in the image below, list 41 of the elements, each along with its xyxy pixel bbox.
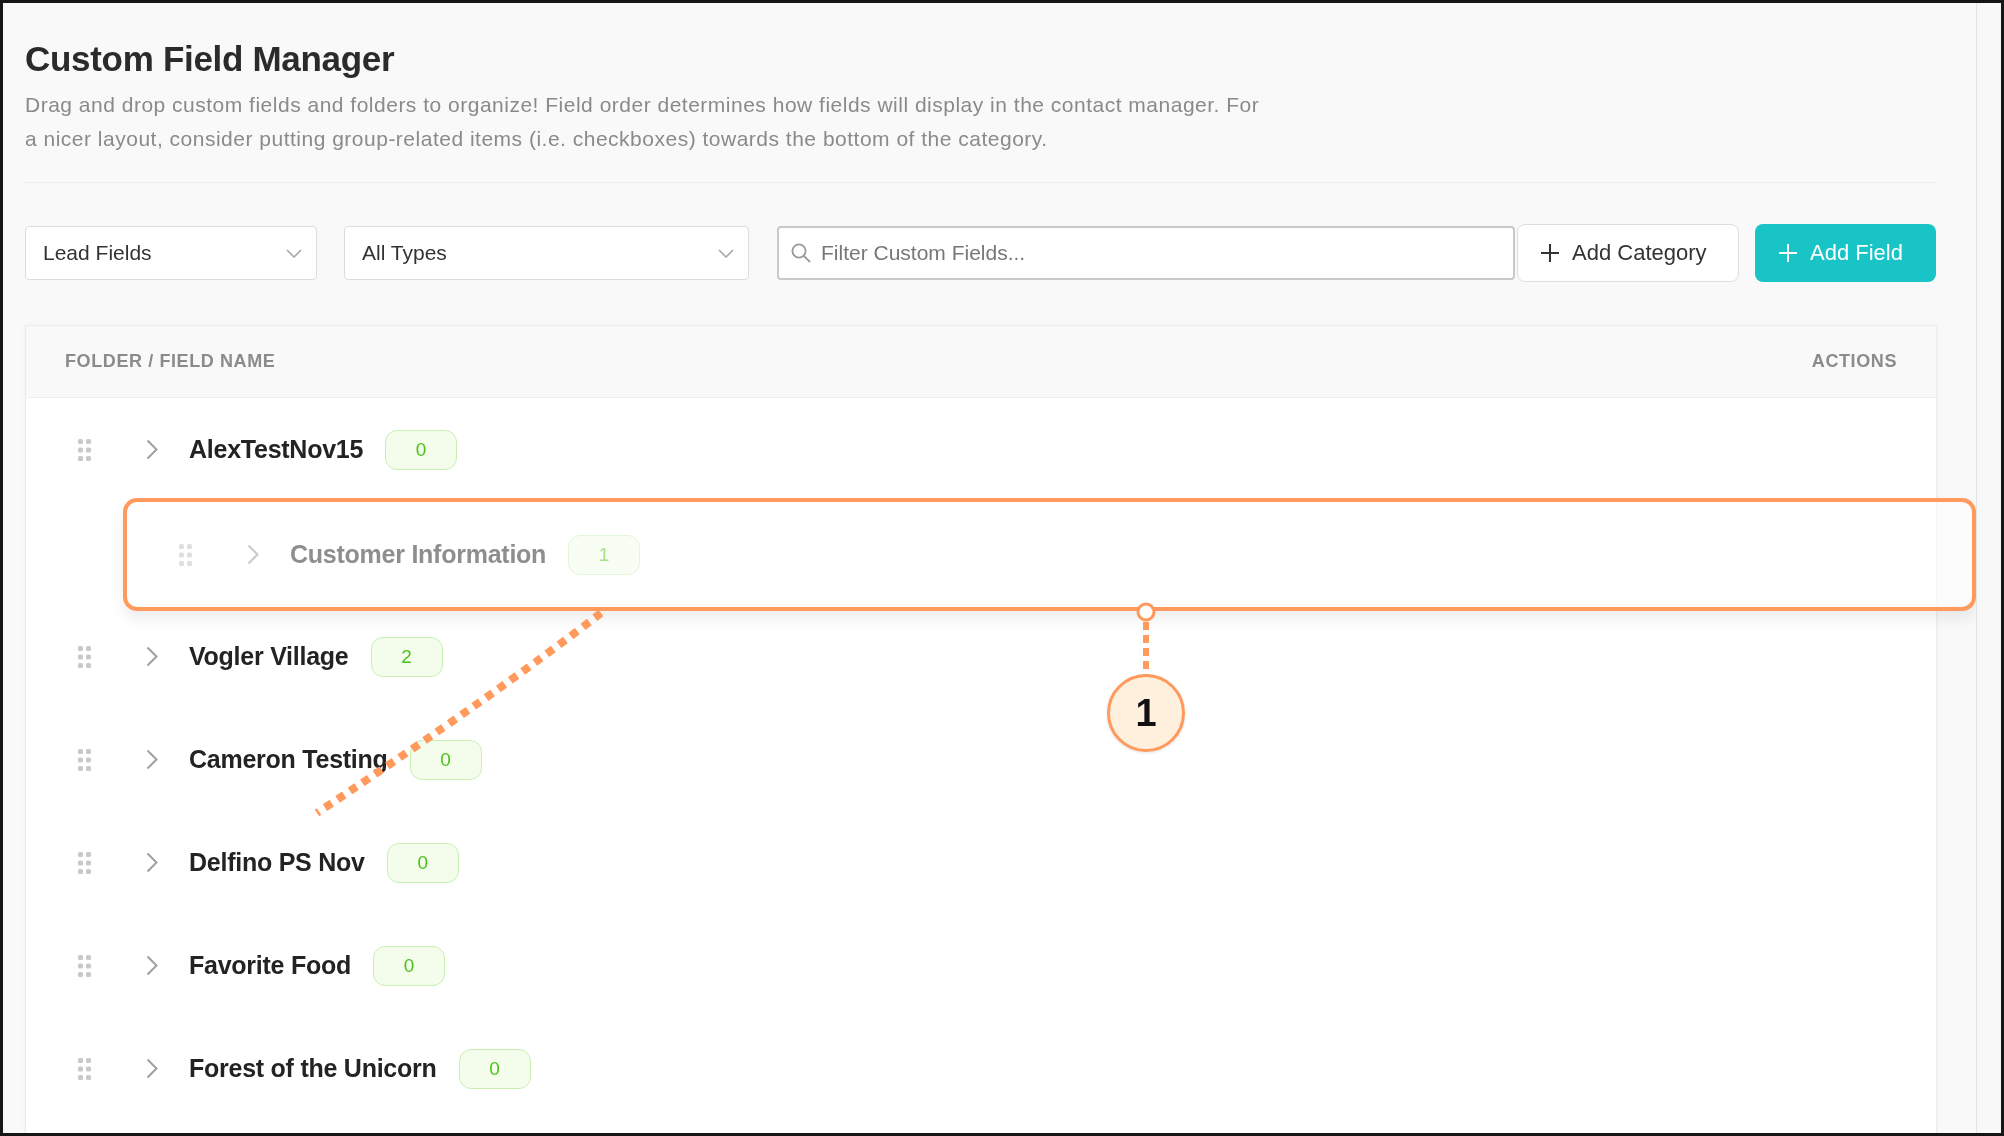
column-header: ACTIONS: [1811, 351, 1897, 372]
count-badge: 0: [386, 842, 459, 883]
chevron-right-icon[interactable]: [146, 852, 158, 873]
chevron-right-icon[interactable]: [146, 955, 158, 976]
chevron-down-icon: [718, 248, 734, 258]
drag-handle-icon[interactable]: [78, 851, 91, 874]
drag-handle-icon[interactable]: [78, 748, 91, 771]
chevron-right-icon[interactable]: [146, 1058, 158, 1079]
drag-handle-icon[interactable]: [78, 954, 91, 977]
drag-handle-icon[interactable]: [78, 1057, 91, 1080]
type-dropdown[interactable]: All Types: [344, 226, 749, 280]
count-badge: 0: [409, 739, 482, 780]
count-badge: 0: [458, 1048, 531, 1089]
folder-name: Cameron Testing: [189, 745, 388, 774]
folder-name: Forest of the Unicorn: [189, 1054, 437, 1083]
count-badge: 2: [370, 636, 443, 677]
chevron-right-icon[interactable]: [146, 749, 158, 770]
drag-handle-icon[interactable]: [78, 645, 91, 668]
add-category-button[interactable]: Add Category: [1517, 224, 1739, 282]
plus-icon: [1541, 244, 1559, 262]
column-header: FOLDER / FIELD NAME: [65, 351, 276, 372]
drag-handle-icon[interactable]: [179, 543, 192, 566]
search-icon: [791, 243, 811, 263]
plus-icon: [1779, 244, 1797, 262]
chevron-right-icon[interactable]: [247, 544, 259, 565]
page-description: Drag and drop custom fields and folders to organize! Field order determines how fields will display in the contact manager. For a nicer layout, consider putting group-related items (i.e. checkboxes) towards the bottom of the category.: [25, 92, 1261, 152]
field-set-dropdown[interactable]: Lead Fields: [25, 226, 317, 280]
chevron-right-icon[interactable]: [146, 646, 158, 667]
drag-handle-icon[interactable]: [78, 438, 91, 461]
count-badge: 0: [373, 945, 446, 986]
folder-name: Favorite Food: [189, 951, 352, 980]
search-field[interactable]: Filter Custom Fields...: [777, 226, 1515, 280]
count-badge: 0: [385, 429, 458, 470]
count-badge: 1: [568, 534, 641, 575]
folder-name: Vogler Village: [189, 642, 349, 671]
chevron-down-icon: [286, 248, 302, 258]
page-title: Custom Field Manager: [25, 39, 395, 79]
chevron-right-icon[interactable]: [146, 439, 158, 460]
folder-name: AlexTestNov15: [189, 435, 364, 464]
folder-name: Delfino PS Nov: [189, 848, 365, 877]
folder-name: Customer Information: [290, 540, 547, 569]
